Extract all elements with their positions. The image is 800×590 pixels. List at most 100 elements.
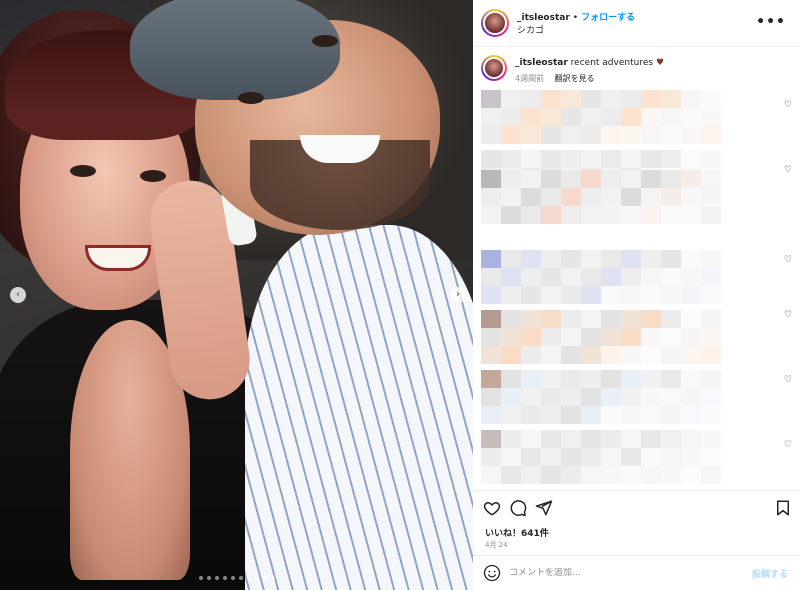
location-link[interactable]: シカゴ xyxy=(517,25,635,38)
censored-comment-pixel xyxy=(701,430,721,448)
censored-comment-pixel xyxy=(701,90,721,108)
share-icon[interactable] xyxy=(535,499,553,517)
censored-comment-pixel xyxy=(581,388,601,406)
carousel-dot xyxy=(214,576,219,580)
comment-like-heart-icon[interactable]: ♡ xyxy=(784,440,792,450)
censored-comment-pixel xyxy=(481,328,501,346)
censored-comment-pixel xyxy=(521,466,541,484)
censored-comment-pixel xyxy=(521,126,541,144)
comment-input[interactable] xyxy=(509,568,729,578)
comment-icon[interactable] xyxy=(509,499,527,517)
censored-comment-pixel xyxy=(581,268,601,286)
comment-like-heart-icon[interactable]: ♡ xyxy=(784,375,792,385)
censored-comment-pixel xyxy=(701,150,721,168)
censored-comment-pixel xyxy=(641,188,661,206)
censored-comment-pixel xyxy=(561,448,581,466)
censored-comment-pixel xyxy=(641,448,661,466)
caption-age: 4週間前 xyxy=(515,74,545,83)
previous-slide-button[interactable]: ‹ xyxy=(10,287,26,303)
censored-comment-pixel xyxy=(681,328,701,346)
censored-comment-pixel xyxy=(501,286,521,304)
censored-comment-pixel xyxy=(621,250,641,268)
censored-comment-pixel xyxy=(661,430,681,448)
censored-comment-pixel xyxy=(641,126,661,144)
censored-comment-pixel xyxy=(601,170,621,188)
censored-comment-pixel xyxy=(501,188,521,206)
censored-comment-pixel xyxy=(501,430,521,448)
carousel-indicator xyxy=(0,576,473,580)
caption: _itsleostar recent adventures ♥ 4週間前 翻訳を… xyxy=(473,55,800,85)
username-link[interactable]: _itsleostar xyxy=(517,13,570,23)
censored-comment-pixel xyxy=(661,250,681,268)
censored-comment-pixel xyxy=(641,108,661,126)
censored-comment-pixel xyxy=(701,346,721,364)
censored-comment-pixel xyxy=(521,108,541,126)
censored-comment-pixel xyxy=(541,150,561,168)
post-comment-button[interactable]: 投稿する xyxy=(752,567,788,580)
photo-region xyxy=(312,35,338,47)
post-photo[interactable]: ‹ › xyxy=(0,0,473,590)
header-meta: _itsleostar • フォローする シカゴ xyxy=(517,8,635,38)
censored-comment-pixel xyxy=(601,310,621,328)
censored-comment-pixel xyxy=(561,388,581,406)
censored-comment-pixel xyxy=(661,268,681,286)
censored-comment-pixel xyxy=(681,448,701,466)
censored-comment-pixel xyxy=(581,448,601,466)
censored-comment-pixel xyxy=(681,430,701,448)
censored-comment-pixel xyxy=(561,346,581,364)
censored-comment-pixel xyxy=(701,328,721,346)
next-slide-button[interactable]: › xyxy=(450,287,466,303)
censored-comment-pixel xyxy=(661,126,681,144)
comment-like-heart-icon[interactable]: ♡ xyxy=(784,310,792,320)
censored-comment-pixel xyxy=(681,388,701,406)
censored-comment-pixel xyxy=(601,90,621,108)
censored-comment-pixel xyxy=(521,388,541,406)
more-options-icon[interactable]: ••• xyxy=(756,14,786,30)
censored-comment-pixel xyxy=(621,466,641,484)
censored-comment-pixel xyxy=(521,188,541,206)
censored-comment-pixel xyxy=(581,90,601,108)
censored-comment-pixel xyxy=(561,286,581,304)
censored-comment-pixel xyxy=(621,150,641,168)
likes-count[interactable]: いいね！641件 xyxy=(485,526,549,539)
censored-comment-pixel xyxy=(481,170,501,188)
censored-comment-pixel xyxy=(561,268,581,286)
censored-comment-pixel xyxy=(661,346,681,364)
censored-comment-pixel xyxy=(621,90,641,108)
censored-comment-pixel xyxy=(481,206,501,224)
censored-comment-pixel xyxy=(641,268,661,286)
bookmark-icon[interactable] xyxy=(774,499,792,517)
censored-comment-pixel xyxy=(661,388,681,406)
censored-comment-pixel xyxy=(481,286,501,304)
censored-comment-pixel xyxy=(641,406,661,424)
censored-comment-pixel xyxy=(561,108,581,126)
avatar[interactable] xyxy=(481,9,509,37)
censored-comment-pixel xyxy=(581,370,601,388)
avatar[interactable] xyxy=(481,55,507,81)
censored-comment-pixel xyxy=(481,188,501,206)
follow-button[interactable]: フォローする xyxy=(581,13,635,23)
translate-link[interactable]: 翻訳を見る xyxy=(555,74,595,83)
censored-comment-pixel xyxy=(501,170,521,188)
censored-comment-pixel xyxy=(581,466,601,484)
carousel-dot xyxy=(270,576,275,580)
caption-meta: 4週間前 翻訳を見る xyxy=(515,72,664,85)
censored-comment-pixel xyxy=(661,188,681,206)
censored-comment-pixel xyxy=(541,268,561,286)
censored-comment-pixel xyxy=(521,268,541,286)
comment-like-heart-icon[interactable]: ♡ xyxy=(784,165,792,175)
avatar-image xyxy=(483,57,505,79)
carousel-dot xyxy=(262,576,267,580)
emoji-icon[interactable] xyxy=(483,564,501,582)
post-header: _itsleostar • フォローする シカゴ ••• xyxy=(473,0,800,47)
censored-comment-pixel xyxy=(681,346,701,364)
comment-like-heart-icon[interactable]: ♡ xyxy=(784,255,792,265)
censored-comment-pixel xyxy=(501,206,521,224)
like-heart-icon[interactable] xyxy=(483,499,501,517)
caption-username[interactable]: _itsleostar xyxy=(515,58,568,68)
censored-comment-pixel xyxy=(601,346,621,364)
censored-comment-pixel xyxy=(541,466,561,484)
comment-like-heart-icon[interactable]: ♡ xyxy=(784,100,792,110)
carousel-dot xyxy=(230,576,235,580)
censored-comment-pixel xyxy=(681,108,701,126)
